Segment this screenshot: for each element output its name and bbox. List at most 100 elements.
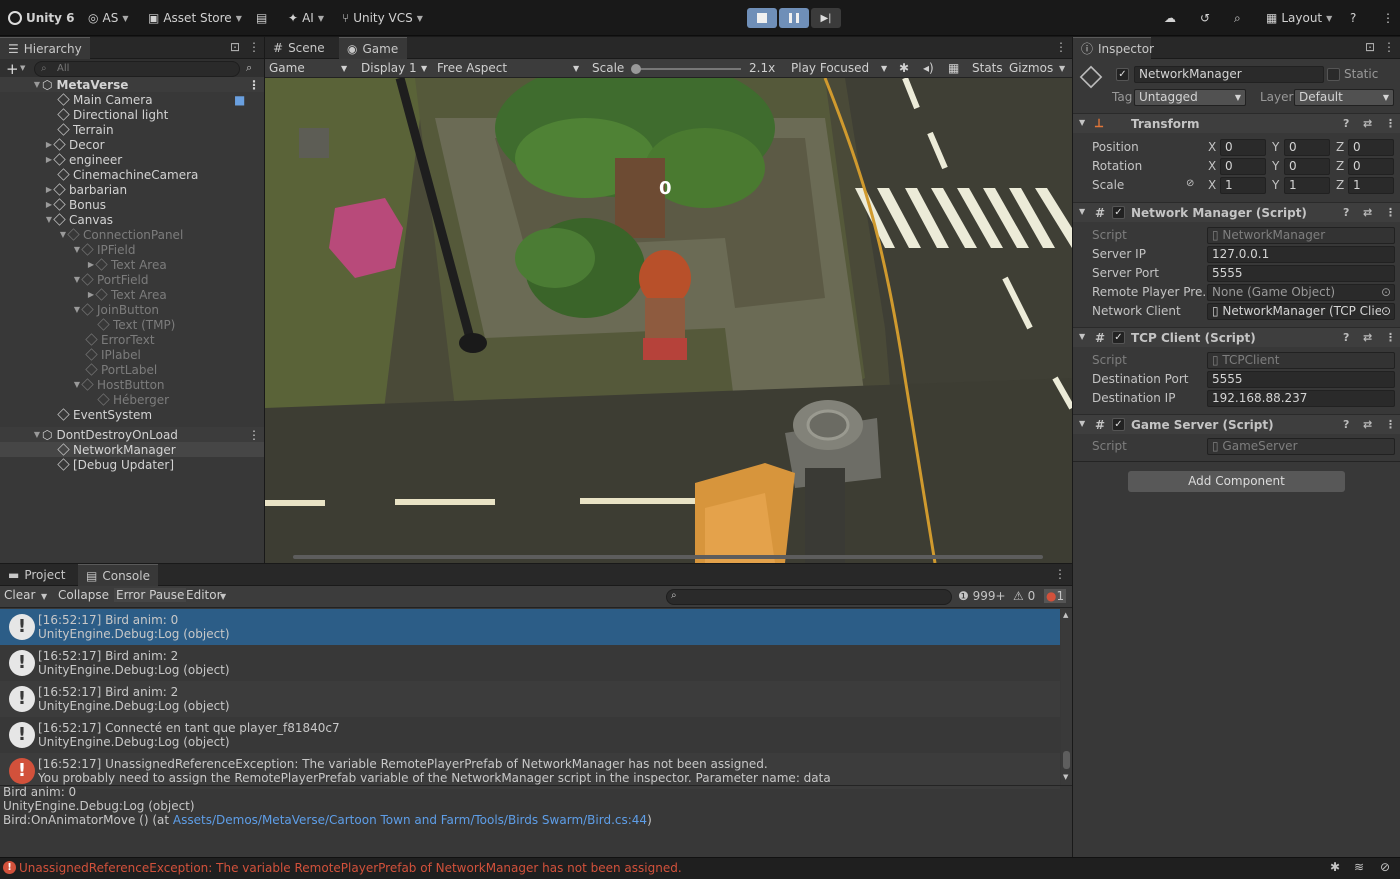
preset-icon[interactable]: ⇄ [1363,331,1372,344]
asset-store-dropdown[interactable]: ▣ Asset Store ▼ [148,9,242,27]
collapse-button[interactable]: Collapse [58,588,109,602]
component-menu-icon[interactable]: ⋮ [1385,331,1396,344]
stats-button[interactable]: Stats [972,61,1003,75]
rotation-z-field[interactable]: 0 [1348,158,1394,175]
hierarchy-item-barbarian[interactable]: ▶ barbarian [0,182,264,197]
tab-game[interactable]: ◉ Game [339,37,407,59]
game-menu-icon[interactable]: ⋮ [1055,40,1067,54]
object-name-field[interactable]: NetworkManager [1134,66,1324,83]
gizmos-button[interactable]: Gizmos [1009,61,1053,75]
source-file-link[interactable]: Assets/Demos/MetaVerse/Cartoon Town and … [173,813,647,827]
help-icon[interactable]: ? [1343,418,1349,431]
destination-ip-field[interactable]: 192.168.88.237 [1207,390,1395,407]
console-message[interactable]: ! [16:52:17] Connecté en tant que player… [0,717,1060,753]
position-z-field[interactable]: 0 [1348,139,1394,156]
hierarchy-item-debug-updater[interactable]: [Debug Updater] [0,457,264,472]
script-field[interactable]: ▯ NetworkManager [1207,227,1395,244]
search-options-icon[interactable]: ⌕ [246,61,252,75]
preset-icon[interactable]: ⇄ [1363,117,1372,130]
log-count-toggle[interactable]: ❶ 999+ [958,589,1006,603]
scale-z-field[interactable]: 1 [1348,177,1394,194]
debug-mode-icon[interactable]: ✱ [1330,860,1340,874]
keyboard-icon[interactable]: ▦ [948,61,959,75]
console-message[interactable]: ! [16:52:17] Bird anim: 0 UnityEngine.De… [0,609,1060,645]
network-manager-header[interactable]: ▼ # ✓ Network Manager (Script) ? ⇄ ⋮ [1073,202,1400,222]
remote-player-prefab-field[interactable]: None (Game Object) ⊙ [1207,284,1395,301]
hierarchy-item-bonus[interactable]: ▶ Bonus [0,197,264,212]
hierarchy-item-text-tmp[interactable]: Text (TMP) [0,317,264,332]
hierarchy-item-main-camera[interactable]: Main Camera ■ [0,92,264,107]
help-icon[interactable]: ? [1343,206,1349,219]
expand-icon[interactable]: ▼ [32,430,42,439]
hierarchy-search-input[interactable]: ⌕ All [34,61,240,77]
scroll-down-icon[interactable]: ▼ [1063,773,1068,781]
hierarchy-item-canvas[interactable]: ▼ Canvas [0,212,264,227]
component-menu-icon[interactable]: ⋮ [1385,418,1396,431]
tab-inspector[interactable]: ⓘ Inspector [1073,37,1154,59]
editor-dropdown[interactable]: Editor [186,588,222,602]
history-button[interactable]: ↺ [1200,9,1210,27]
audio-icon[interactable]: ◂) [923,61,934,75]
scene-menu-icon[interactable]: ⋮ [248,78,260,92]
toolbar-menu-button[interactable]: ⋮ [1382,9,1394,27]
hierarchy-item-ipfield[interactable]: ▼ IPField [0,242,264,257]
console-error-message[interactable]: ! [16:52:17] UnassignedReferenceExceptio… [0,753,1060,789]
pause-button[interactable] [779,8,809,28]
expand-icon[interactable]: ▼ [32,80,42,89]
create-button[interactable]: + [6,60,19,78]
hierarchy-item-text-area[interactable]: ▶ Text Area [0,287,264,302]
unity-logo-menu[interactable]: Unity 6 [8,9,75,27]
error-pause-button[interactable]: Error Pause [114,588,187,602]
help-icon[interactable]: ? [1343,331,1349,344]
scrollbar-thumb[interactable] [1063,751,1070,769]
server-port-field[interactable]: 5555 [1207,265,1395,282]
layer-dropdown[interactable]: Default ▼ [1294,89,1394,106]
hierarchy-item-connectionpanel[interactable]: ▼ ConnectionPanel [0,227,264,242]
console-splitter[interactable] [0,785,1072,786]
game-horizontal-scrollbar[interactable] [293,555,1043,559]
package-manager-button[interactable]: ▤ [256,9,267,27]
tab-console[interactable]: ▤ Console [78,564,158,586]
static-checkbox[interactable] [1327,68,1340,81]
help-button[interactable]: ? [1350,9,1356,27]
component-menu-icon[interactable]: ⋮ [1385,206,1396,219]
rotation-y-field[interactable]: 0 [1284,158,1330,175]
active-checkbox[interactable]: ✓ [1116,68,1129,81]
hierarchy-item-eventsystem[interactable]: EventSystem [0,407,264,422]
tab-project[interactable]: ▬ Project [0,564,74,586]
account-dropdown[interactable]: ◎ AS ▼ [88,9,128,27]
stop-play-button[interactable] [747,8,777,28]
hierarchy-item-cinemachinecamera[interactable]: CinemachineCamera [0,167,264,182]
constrain-proportions-icon[interactable]: ⊘ [1186,178,1194,189]
scene-menu-icon[interactable]: ⋮ [248,428,260,442]
preset-icon[interactable]: ⇄ [1363,206,1372,219]
hierarchy-item-metaverse[interactable]: ▼ ⬡ MetaVerse ⋮ [0,77,264,92]
script-field[interactable]: ▯ TCPClient [1207,352,1395,369]
editor-chevron-icon[interactable]: ▼ [220,592,226,601]
tab-hierarchy[interactable]: ☰ Hierarchy [0,37,90,59]
aspect-dropdown[interactable]: Free Aspect ▼ [437,61,583,75]
network-client-field[interactable]: ▯ NetworkManager (TCP Clien ⊙ [1207,303,1395,320]
display-dropdown[interactable]: Display 1 ▼ [361,61,431,75]
component-enabled-checkbox[interactable]: ✓ [1112,331,1125,344]
position-y-field[interactable]: 0 [1284,139,1330,156]
transform-header[interactable]: ▼ ⟂ Transform ? ⇄ ⋮ [1073,113,1400,133]
console-message[interactable]: ! [16:52:17] Bird anim: 2 UnityEngine.De… [0,681,1060,717]
script-field[interactable]: ▯ GameServer [1207,438,1395,455]
chevron-down-icon[interactable]: ▼ [1059,64,1065,73]
destination-port-field[interactable]: 5555 [1207,371,1395,388]
lock-icon[interactable]: ⊡ [230,40,240,54]
hierarchy-item-terrain[interactable]: Terrain [0,122,264,137]
help-icon[interactable]: ? [1343,117,1349,130]
clear-button[interactable]: Clear [4,588,35,602]
hierarchy-item-portfield[interactable]: ▼ PortField [0,272,264,287]
hierarchy-item-iplabel[interactable]: IPlabel [0,347,264,362]
lock-icon[interactable]: ⊡ [1365,40,1375,54]
console-scrollbar[interactable]: ▲ ▼ [1061,609,1072,785]
hierarchy-item-dontdestroyonload[interactable]: ▼ ⬡ DontDestroyOnLoad ⋮ [0,427,264,442]
hierarchy-menu-icon[interactable]: ⋮ [248,40,260,54]
scale-y-field[interactable]: 1 [1284,177,1330,194]
bug-icon[interactable]: ✱ [899,61,909,75]
clear-options-chevron-icon[interactable]: ▼ [41,592,47,601]
console-search-input[interactable]: ⌕ [666,589,952,605]
